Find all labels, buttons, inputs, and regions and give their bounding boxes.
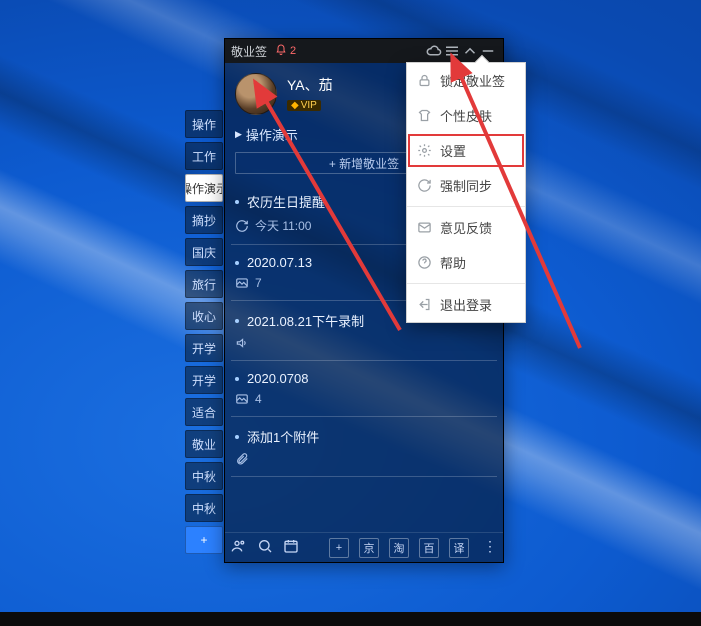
menu-item-sync[interactable]: 强制同步 [407, 168, 525, 203]
shortcut-translate[interactable]: 译 [449, 538, 469, 558]
contacts-icon[interactable] [231, 538, 247, 558]
menu-label: 设置 [440, 141, 466, 160]
bullet-icon [235, 377, 239, 381]
side-tab[interactable]: 旅行 [185, 270, 223, 298]
note-title: 2021.08.21下午录制 [247, 311, 364, 330]
menu-item-logout[interactable]: 退出登录 [407, 287, 525, 322]
shortcut-taobao[interactable]: 淘 [389, 538, 409, 558]
mail-icon [417, 220, 432, 235]
menu-label: 强制同步 [440, 176, 492, 195]
bullet-icon [235, 261, 239, 265]
menu-label: 意见反馈 [440, 218, 492, 237]
side-tab[interactable]: 敬业 [185, 430, 223, 458]
refresh-icon [235, 219, 249, 233]
note-title: 2020.0708 [247, 371, 308, 386]
side-tab[interactable]: 收心 [185, 302, 223, 330]
more-icon[interactable]: ⋮ [483, 538, 497, 558]
side-tab[interactable]: 适合 [185, 398, 223, 426]
windows-taskbar [0, 612, 701, 626]
bottom-bar: + 京 淘 百 译 ⋮ [225, 532, 503, 562]
sync-icon [417, 178, 432, 193]
side-tab[interactable]: 国庆 [185, 238, 223, 266]
menu-item-settings[interactable]: 设置 [407, 133, 525, 168]
menu-item-skin[interactable]: 个性皮肤 [407, 98, 525, 133]
user-name: YA、茄 [287, 75, 333, 95]
avatar[interactable] [235, 73, 277, 115]
category-name: 操作演示 [246, 125, 298, 144]
side-tab[interactable]: 操作 [185, 110, 223, 138]
bullet-icon [235, 200, 239, 204]
side-tabs: 操作 工作 操作演示 摘抄 国庆 旅行 收心 开学 开学 适合 敬业 中秋 中秋… [185, 110, 223, 558]
logout-icon [417, 297, 432, 312]
search-icon[interactable] [257, 538, 273, 558]
image-icon [235, 276, 249, 290]
side-tab[interactable]: 开学 [185, 334, 223, 362]
cloud-sync-icon[interactable] [425, 42, 443, 60]
bullet-icon [235, 319, 239, 323]
shortcut-baidu[interactable]: 百 [419, 538, 439, 558]
lock-icon [417, 73, 432, 88]
side-tab[interactable]: 中秋 [185, 494, 223, 522]
side-tab[interactable]: 摘抄 [185, 206, 223, 234]
vip-badge: VIP [287, 100, 321, 111]
notification-button[interactable]: 2 [275, 44, 296, 59]
menu-separator [407, 206, 525, 207]
gear-icon [417, 143, 432, 158]
menu-label: 锁定敬业签 [440, 71, 505, 90]
note-item[interactable]: 添加1个附件 [231, 417, 497, 477]
menu-item-help[interactable]: 帮助 [407, 245, 525, 280]
collapse-icon[interactable] [461, 42, 479, 60]
shortcut-jd[interactable]: 京 [359, 538, 379, 558]
note-title: 添加1个附件 [247, 427, 319, 446]
menu-label: 退出登录 [440, 295, 492, 314]
note-title: 农历生日提醒 [247, 192, 325, 211]
side-tab[interactable]: 开学 [185, 366, 223, 394]
menu-item-feedback[interactable]: 意见反馈 [407, 210, 525, 245]
shirt-icon [417, 108, 432, 123]
side-tab-add[interactable]: + [185, 526, 223, 554]
note-item[interactable]: 2020.0708 4 [231, 361, 497, 417]
title-bar: 敬业签 2 [225, 39, 503, 63]
bullet-icon [235, 435, 239, 439]
side-tab[interactable]: 工作 [185, 142, 223, 170]
sound-icon [235, 336, 249, 350]
add-button[interactable]: + [329, 538, 349, 558]
menu-separator [407, 283, 525, 284]
bell-icon [275, 44, 287, 59]
note-meta: 7 [255, 276, 262, 290]
triangle-icon: ▶ [235, 129, 242, 140]
image-icon [235, 392, 249, 406]
help-icon [417, 255, 432, 270]
note-meta: 今天 11:00 [255, 217, 311, 234]
note-meta: 4 [255, 392, 262, 406]
notification-count: 2 [290, 45, 296, 57]
main-menu-dropdown: 锁定敬业签 个性皮肤 设置 强制同步 意见反馈 帮助 退出登录 [406, 62, 526, 323]
clip-icon [235, 452, 249, 466]
note-title: 2020.07.13 [247, 255, 312, 270]
side-tab-active[interactable]: 操作演示 [185, 174, 223, 202]
calendar-icon[interactable] [283, 538, 299, 558]
menu-label: 帮助 [440, 253, 466, 272]
menu-icon[interactable] [443, 42, 461, 60]
app-title: 敬业签 [231, 43, 267, 60]
side-tab[interactable]: 中秋 [185, 462, 223, 490]
menu-item-lock[interactable]: 锁定敬业签 [407, 63, 525, 98]
menu-label: 个性皮肤 [440, 106, 492, 125]
